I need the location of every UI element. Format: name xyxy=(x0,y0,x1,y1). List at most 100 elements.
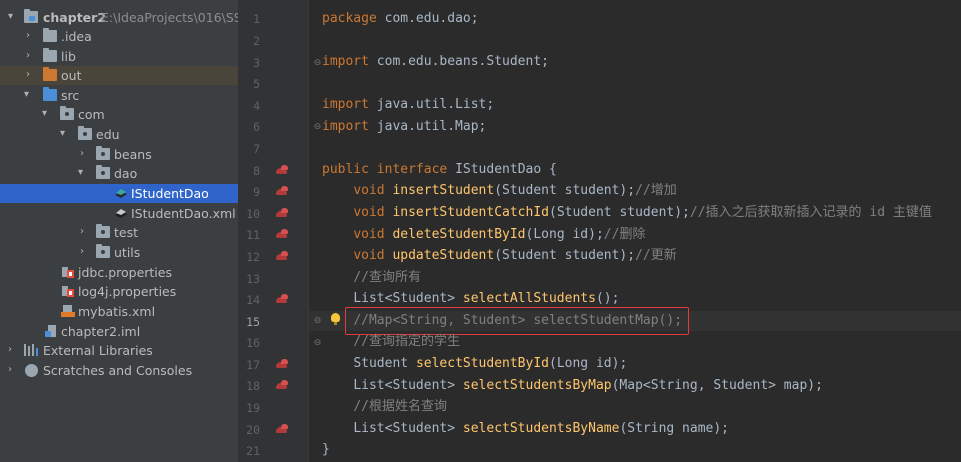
gutter-implementation-icon[interactable] xyxy=(276,208,290,218)
tree-item-test[interactable]: › test xyxy=(0,223,238,242)
code-line-12[interactable]: void updateStudent(Student student);//更新 xyxy=(322,246,676,266)
gutter-implementation-icon[interactable] xyxy=(276,359,290,369)
chevron-down-icon[interactable]: ▾ xyxy=(60,128,70,140)
code-line-13[interactable]: //查询所有 xyxy=(322,268,421,288)
fold-marker-icon[interactable]: ⊖ xyxy=(313,338,322,348)
fold-marker-icon[interactable]: ⊖ xyxy=(313,316,322,326)
line-number: 6 xyxy=(253,120,260,134)
tree-item-com[interactable]: ▾ com xyxy=(0,105,238,124)
tree-root-chapter2[interactable]: ▾ chapter2 E:\IdeaProjects\016\SSM xyxy=(0,8,238,27)
comment: //查询指定的学生 xyxy=(353,334,460,349)
code-line-11[interactable]: void deleteStudentById(Long id);//删除 xyxy=(322,225,645,245)
tree-item-scratches[interactable]: › Scratches and Consoles xyxy=(0,361,238,380)
line-number: 12 xyxy=(246,250,260,264)
module-file-icon xyxy=(44,324,56,338)
code-line-20[interactable]: List<Student> selectStudentsByName(Strin… xyxy=(322,419,729,439)
code-line-17[interactable]: Student selectStudentById(Long id); xyxy=(322,354,627,374)
gutter-implementation-icon[interactable] xyxy=(276,380,290,390)
tree-item-istudentdao-xml[interactable]: IStudentDao.xml xyxy=(0,204,238,223)
chevron-right-icon[interactable]: › xyxy=(80,148,90,160)
line-number: 8 xyxy=(253,164,260,178)
gutter-implementation-icon[interactable] xyxy=(276,251,290,261)
chevron-down-icon[interactable]: ▾ xyxy=(78,167,88,179)
code-line-14[interactable]: List<Student> selectAllStudents(); xyxy=(322,289,619,309)
line-number: 2 xyxy=(253,34,260,48)
tree-item-label: log4j.properties xyxy=(78,284,177,299)
line-number: 17 xyxy=(246,358,260,372)
tree-item-external-libraries[interactable]: › External Libraries xyxy=(0,341,238,360)
chevron-right-icon[interactable]: › xyxy=(80,226,90,238)
chevron-right-icon[interactable]: › xyxy=(26,30,36,42)
keyword: public xyxy=(322,162,369,177)
line-number: 21 xyxy=(246,444,260,458)
code-text: com.edu.beans.Student; xyxy=(368,54,549,69)
code-text: (Student student); xyxy=(494,183,636,198)
gutter-implementation-icon[interactable] xyxy=(276,424,290,434)
tree-item-label: test xyxy=(114,225,139,240)
tree-item-label: IStudentDao.xml xyxy=(131,206,236,221)
gutter-implementation-icon[interactable] xyxy=(276,186,290,196)
code-line-1[interactable]: package com.edu.dao; xyxy=(322,9,479,29)
code-text: java.util.List; xyxy=(368,97,495,112)
gutter-implementation-icon[interactable] xyxy=(276,165,290,175)
tree-item-chapter2-iml[interactable]: chapter2.iml xyxy=(0,322,238,341)
code-line-10[interactable]: void insertStudentCatchId(Student studen… xyxy=(322,203,932,223)
tree-item-label: lib xyxy=(61,49,76,64)
package-icon xyxy=(96,244,110,258)
chevron-right-icon[interactable]: › xyxy=(8,364,18,376)
chevron-right-icon[interactable]: › xyxy=(26,69,36,81)
keyword: void xyxy=(353,227,385,242)
code-text: List<Student> xyxy=(353,421,456,436)
chevron-down-icon[interactable]: ▾ xyxy=(42,108,52,120)
code-line-5[interactable]: import java.util.List; xyxy=(322,95,494,115)
tree-item-istudentdao[interactable]: IStudentDao xyxy=(0,184,238,203)
code-line-3[interactable]: import com.edu.beans.Student; xyxy=(322,52,549,72)
tree-item-lib[interactable]: › lib xyxy=(0,47,238,66)
tree-item-dao[interactable]: ▾ dao xyxy=(0,164,238,183)
code-line-8[interactable]: public interface IStudentDao { xyxy=(322,160,557,180)
tree-item-label: chapter2.iml xyxy=(61,324,141,339)
tree-item-beans[interactable]: › beans xyxy=(0,145,238,164)
tree-item-out[interactable]: › out xyxy=(0,66,238,85)
keyword: import xyxy=(322,119,369,134)
highlight-box xyxy=(345,307,689,335)
chevron-right-icon[interactable]: › xyxy=(80,246,90,258)
code-text: } xyxy=(322,442,330,457)
line-number: 18 xyxy=(246,379,260,393)
gutter-implementation-icon[interactable] xyxy=(276,294,290,304)
fold-marker-icon[interactable]: ⊖ xyxy=(313,58,322,68)
excluded-folder-icon xyxy=(43,67,57,81)
keyword: package xyxy=(322,11,377,26)
keyword: import xyxy=(322,97,369,112)
gutter-implementation-icon[interactable] xyxy=(276,229,290,239)
tree-item-src[interactable]: ▾ src xyxy=(0,86,238,105)
code-line-16[interactable]: //查询指定的学生 xyxy=(322,332,460,352)
code-line-9[interactable]: void insertStudent(Student student);//增加 xyxy=(322,181,676,201)
tree-item-idea[interactable]: › .idea xyxy=(0,27,238,46)
code-text: (Student student); xyxy=(494,248,636,263)
code-text: List<Student> xyxy=(353,291,456,306)
tree-item-jdbc-properties[interactable]: jdbc.properties xyxy=(0,263,238,282)
line-number: 16 xyxy=(246,336,260,350)
tree-item-edu[interactable]: ▾ edu xyxy=(0,125,238,144)
line-number: 13 xyxy=(246,272,260,286)
code-line-21[interactable]: } xyxy=(322,440,330,460)
method-name: updateStudent xyxy=(392,248,495,263)
chevron-down-icon[interactable]: ▾ xyxy=(24,89,34,101)
code-line-6[interactable]: import java.util.Map; xyxy=(322,117,486,137)
code-line-18[interactable]: List<Student> selectStudentsByMap(Map<St… xyxy=(322,376,823,396)
keyword: void xyxy=(353,183,385,198)
chevron-down-icon[interactable]: ▾ xyxy=(8,11,18,23)
line-number: 5 xyxy=(253,77,260,91)
chevron-right-icon[interactable]: › xyxy=(8,344,18,356)
tree-item-label: src xyxy=(61,88,80,103)
fold-marker-icon[interactable]: ⊖ xyxy=(313,122,322,132)
module-folder-icon xyxy=(24,9,38,23)
code-line-19[interactable]: //根据姓名查询 xyxy=(322,397,447,417)
tree-item-label: utils xyxy=(114,245,141,260)
tree-item-mybatis-xml[interactable]: mybatis.xml xyxy=(0,302,238,321)
tree-item-log4j-properties[interactable]: log4j.properties xyxy=(0,282,238,301)
source-folder-icon xyxy=(43,87,57,101)
tree-item-utils[interactable]: › utils xyxy=(0,243,238,262)
chevron-right-icon[interactable]: › xyxy=(26,50,36,62)
